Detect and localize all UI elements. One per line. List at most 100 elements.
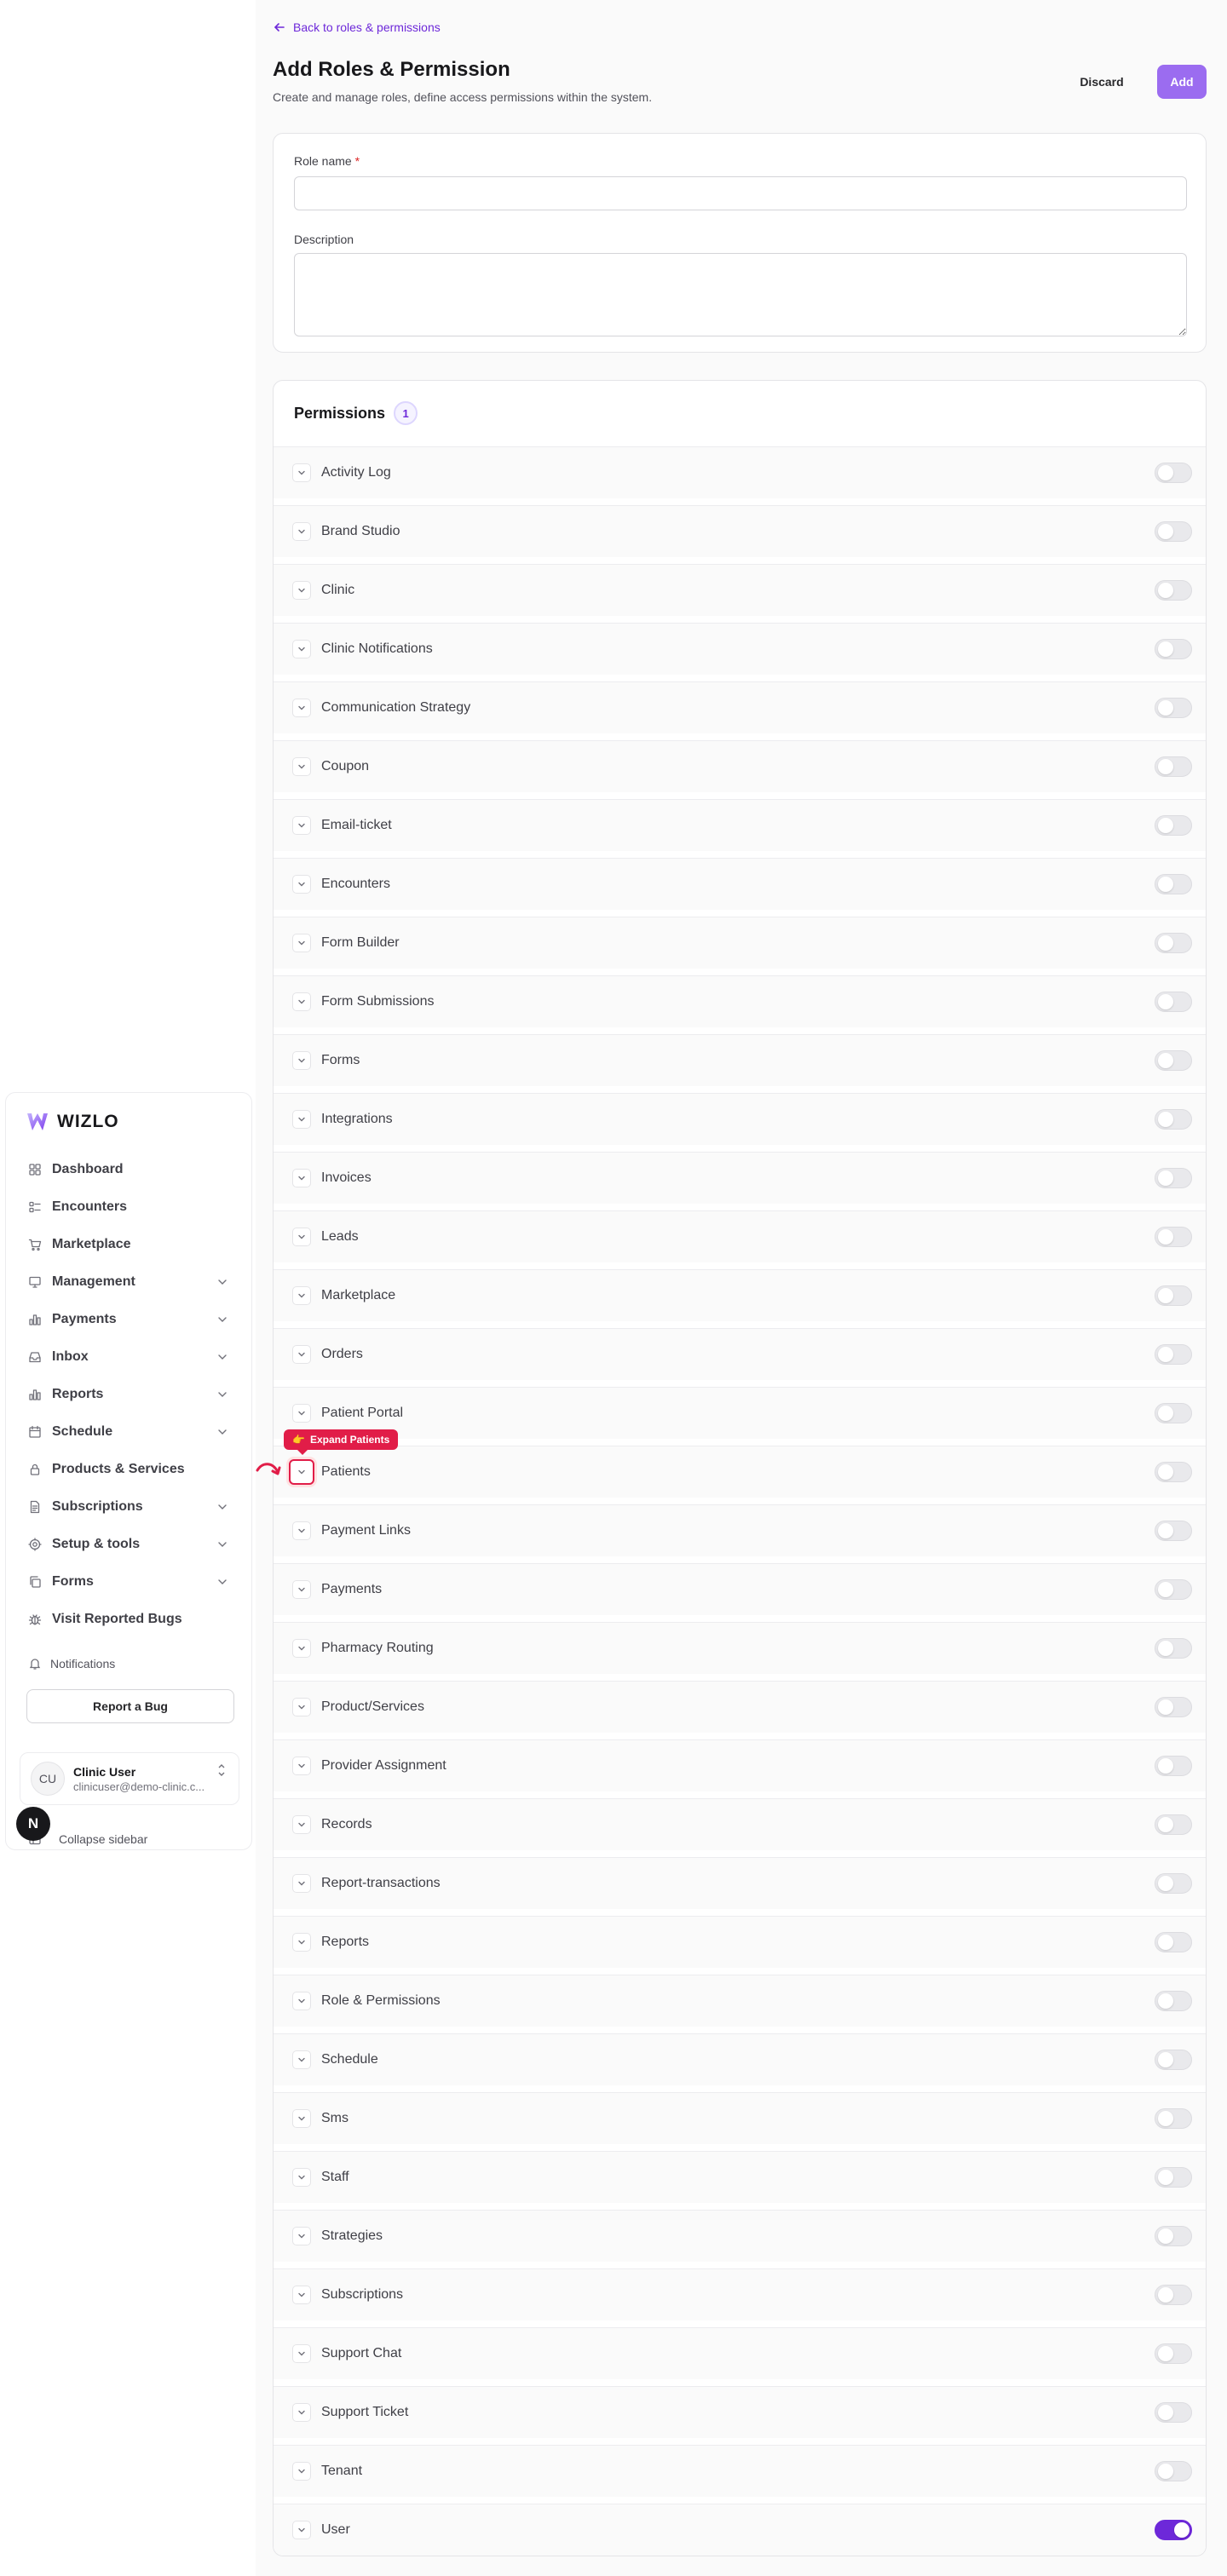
sidebar-item-forms[interactable]: Forms — [23, 1563, 234, 1601]
permission-toggle[interactable] — [1155, 2285, 1192, 2305]
notifications-link[interactable]: Notifications — [23, 1647, 234, 1681]
expand-encounters-button[interactable] — [292, 875, 311, 894]
permission-toggle[interactable] — [1155, 1344, 1192, 1365]
sidebar-item-subscriptions[interactable]: Subscriptions — [23, 1488, 234, 1526]
permission-toggle[interactable] — [1155, 933, 1192, 953]
permission-toggle[interactable] — [1155, 1638, 1192, 1659]
sidebar-item-encounters[interactable]: Encounters — [23, 1188, 234, 1226]
expand-invoices-button[interactable] — [292, 1169, 311, 1187]
permission-toggle[interactable] — [1155, 1050, 1192, 1071]
permission-toggle[interactable] — [1155, 756, 1192, 777]
expand-subscriptions-button[interactable] — [292, 2286, 311, 2304]
expand-brand-studio-button[interactable] — [292, 522, 311, 541]
expand-reports-button[interactable] — [292, 1933, 311, 1952]
permission-toggle[interactable] — [1155, 2167, 1192, 2188]
sidebar-item-payments[interactable]: Payments — [23, 1301, 234, 1338]
expand-support-chat-button[interactable] — [292, 2344, 311, 2363]
chevron-down-icon[interactable] — [216, 1388, 229, 1401]
expand-tenant-button[interactable] — [292, 2462, 311, 2481]
permission-toggle[interactable] — [1155, 698, 1192, 718]
permission-toggle[interactable] — [1155, 521, 1192, 542]
sidebar-item-marketplace[interactable]: Marketplace — [23, 1226, 234, 1263]
permission-toggle[interactable] — [1155, 463, 1192, 483]
expand-report-transactions-button[interactable] — [292, 1874, 311, 1893]
n-badge[interactable]: N — [16, 1807, 50, 1841]
expand-pharmacy-routing-button[interactable] — [292, 1639, 311, 1658]
chevron-down-icon[interactable] — [216, 1275, 229, 1289]
chevron-down-icon[interactable] — [216, 1425, 229, 1439]
expand-communication-strategy-button[interactable] — [292, 699, 311, 717]
permission-toggle[interactable] — [1155, 1109, 1192, 1130]
sidebar-item-products-services[interactable]: Products & Services — [23, 1451, 234, 1488]
expand-schedule-button[interactable] — [292, 2050, 311, 2069]
permission-toggle[interactable] — [1155, 815, 1192, 836]
sidebar-item-management[interactable]: Management — [23, 1263, 234, 1301]
permission-toggle[interactable] — [1155, 1521, 1192, 1541]
chevron-down-icon[interactable] — [216, 1350, 229, 1364]
permission-toggle[interactable] — [1155, 639, 1192, 659]
permission-toggle[interactable] — [1155, 580, 1192, 601]
description-textarea[interactable] — [294, 253, 1187, 336]
expand-user-button[interactable] — [292, 2521, 311, 2539]
permission-toggle[interactable] — [1155, 1814, 1192, 1835]
permission-toggle[interactable] — [1155, 2343, 1192, 2364]
discard-button[interactable]: Discard — [1069, 65, 1134, 99]
brand[interactable]: WIZLO — [23, 1108, 234, 1136]
expand-marketplace-button[interactable] — [292, 1286, 311, 1305]
sidebar-item-reports[interactable]: Reports — [23, 1376, 234, 1413]
expand-forms-button[interactable] — [292, 1051, 311, 1070]
back-link[interactable]: Back to roles & permissions — [273, 20, 441, 34]
permission-toggle[interactable] — [1155, 874, 1192, 894]
permission-toggle[interactable] — [1155, 1873, 1192, 1894]
add-button[interactable]: Add — [1157, 65, 1207, 99]
expand-role-permissions-button[interactable] — [292, 1992, 311, 2010]
expand-patient-portal-button[interactable] — [292, 1404, 311, 1423]
permission-toggle[interactable] — [1155, 1285, 1192, 1306]
expand-product-services-button[interactable] — [292, 1698, 311, 1716]
sidebar-item-inbox[interactable]: Inbox — [23, 1338, 234, 1376]
expand-provider-assignment-button[interactable] — [292, 1757, 311, 1775]
report-bug-button[interactable]: Report a Bug — [26, 1689, 234, 1723]
permission-toggle[interactable] — [1155, 2402, 1192, 2423]
permission-toggle[interactable] — [1155, 2520, 1192, 2540]
permission-toggle[interactable] — [1155, 1991, 1192, 2011]
sidebar-item-setup-tools[interactable]: Setup & tools — [23, 1526, 234, 1563]
chevron-down-icon[interactable] — [216, 1313, 229, 1326]
permission-toggle[interactable] — [1155, 2050, 1192, 2070]
permission-toggle[interactable] — [1155, 1579, 1192, 1600]
sidebar-item-schedule[interactable]: Schedule — [23, 1413, 234, 1451]
expand-form-builder-button[interactable] — [292, 934, 311, 952]
permission-toggle[interactable] — [1155, 2461, 1192, 2481]
permission-toggle[interactable] — [1155, 1168, 1192, 1188]
role-name-input[interactable] — [294, 176, 1187, 210]
expand-email-ticket-button[interactable] — [292, 816, 311, 835]
expand-support-ticket-button[interactable] — [292, 2403, 311, 2422]
expand-clinic-notifications-button[interactable] — [292, 640, 311, 658]
expand-payments-button[interactable] — [292, 1580, 311, 1599]
permission-toggle[interactable] — [1155, 1403, 1192, 1423]
permission-toggle[interactable] — [1155, 1462, 1192, 1482]
sidebar-item-visit-reported-bugs[interactable]: Visit Reported Bugs — [23, 1601, 234, 1638]
expand-payment-links-button[interactable] — [292, 1521, 311, 1540]
permission-toggle[interactable] — [1155, 1227, 1192, 1247]
permission-toggle[interactable] — [1155, 2108, 1192, 2129]
chevron-down-icon[interactable] — [216, 1575, 229, 1589]
user-card[interactable]: CU Clinic User clinicuser@demo-clinic.c.… — [20, 1752, 239, 1805]
expand-form-submissions-button[interactable] — [292, 992, 311, 1011]
sidebar-item-dashboard[interactable]: Dashboard — [23, 1151, 234, 1188]
expand-patients-button[interactable] — [289, 1459, 314, 1485]
expand-staff-button[interactable] — [292, 2168, 311, 2187]
expand-sms-button[interactable] — [292, 2109, 311, 2128]
expand-leads-button[interactable] — [292, 1228, 311, 1246]
expand-activity-log-button[interactable] — [292, 463, 311, 482]
chevron-down-icon[interactable] — [216, 1538, 229, 1551]
permission-toggle[interactable] — [1155, 1932, 1192, 1952]
permission-toggle[interactable] — [1155, 1697, 1192, 1717]
expand-orders-button[interactable] — [292, 1345, 311, 1364]
expand-strategies-button[interactable] — [292, 2227, 311, 2245]
expand-coupon-button[interactable] — [292, 757, 311, 776]
expand-integrations-button[interactable] — [292, 1110, 311, 1129]
permission-toggle[interactable] — [1155, 1756, 1192, 1776]
expand-clinic-button[interactable] — [292, 581, 311, 600]
permission-toggle[interactable] — [1155, 992, 1192, 1012]
